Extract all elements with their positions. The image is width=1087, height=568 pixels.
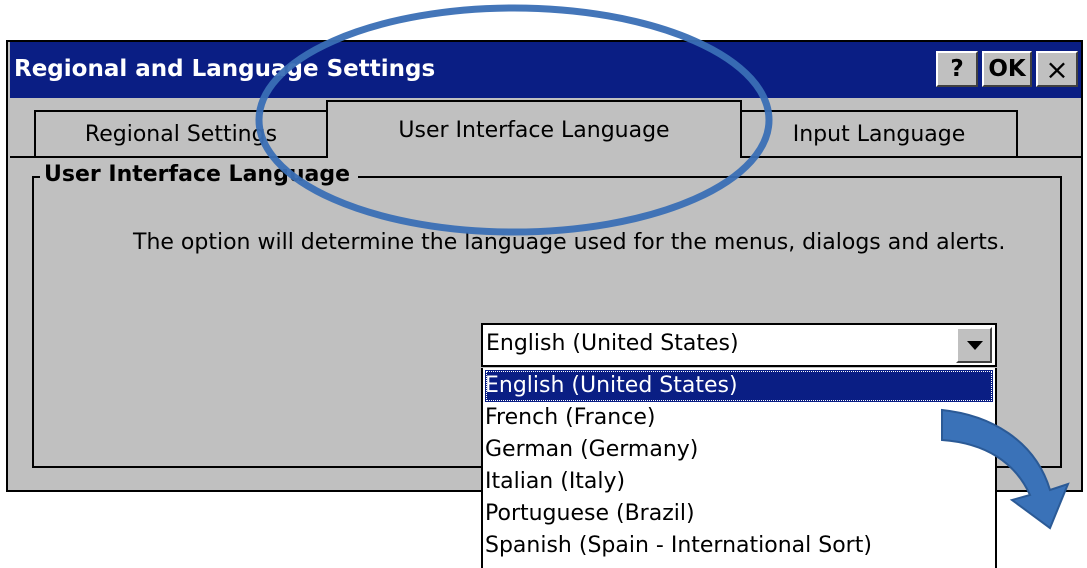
tab-regional-settings[interactable]: Regional Settings <box>34 110 328 156</box>
dropdown-option[interactable]: German (Germany) <box>485 434 993 466</box>
language-dropdown-list: English (United States) French (France) … <box>481 368 997 568</box>
language-combo-value: English (United States) <box>486 331 739 356</box>
tab-input-language[interactable]: Input Language <box>740 110 1018 156</box>
description-text: The option will determine the language u… <box>133 230 1006 255</box>
close-icon: × <box>1045 52 1069 86</box>
tab-panel-edge <box>742 156 1081 158</box>
group-legend: User Interface Language <box>40 162 359 187</box>
tab-user-interface-language[interactable]: User Interface Language <box>326 100 742 158</box>
dropdown-button[interactable] <box>956 327 992 363</box>
tab-label: Input Language <box>792 121 966 147</box>
dropdown-option[interactable]: English (United States) <box>485 370 993 402</box>
close-button[interactable]: × <box>1036 51 1078 87</box>
chevron-down-icon <box>967 341 983 350</box>
tab-panel-edge <box>10 156 326 158</box>
tab-label: Regional Settings <box>84 121 278 147</box>
dropdown-option[interactable]: French (France) <box>485 402 993 434</box>
dropdown-option[interactable]: Portuguese (Brazil) <box>485 498 993 530</box>
help-button[interactable]: ? <box>936 51 978 87</box>
window-title: Regional and Language Settings <box>14 56 436 82</box>
ok-button[interactable]: OK <box>982 51 1032 87</box>
dropdown-option[interactable]: Italian (Italy) <box>485 466 993 498</box>
dropdown-option[interactable]: Spanish (Spain - International Sort) <box>485 530 993 562</box>
tab-label: User Interface Language <box>398 117 670 143</box>
